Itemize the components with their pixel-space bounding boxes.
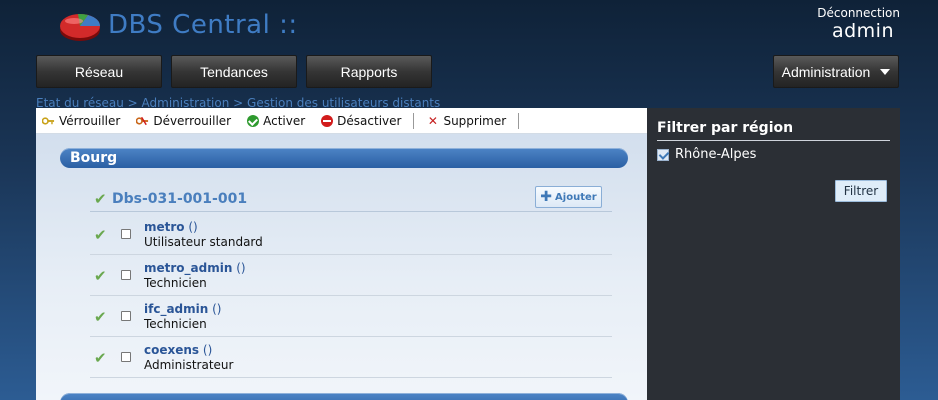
logout-link[interactable]: Déconnection bbox=[817, 6, 900, 20]
user-login-link[interactable]: metro bbox=[144, 220, 185, 234]
key-unlock-icon bbox=[136, 114, 149, 127]
nav-reseau-button[interactable]: Réseau bbox=[36, 55, 162, 88]
deactivate-label: Désactiver bbox=[337, 113, 402, 128]
checkmark-icon: ✔ bbox=[94, 190, 107, 208]
group-header-bourg[interactable]: Bourg bbox=[60, 148, 628, 168]
checkmark-icon: ✔ bbox=[94, 308, 107, 326]
user-role: Technicien bbox=[144, 276, 207, 290]
checkmark-icon: ✔ bbox=[94, 349, 107, 367]
region-checkbox[interactable] bbox=[657, 148, 669, 161]
nav-rapports-button[interactable]: Rapports bbox=[306, 55, 432, 88]
toolbar-divider bbox=[518, 112, 520, 129]
user-login-link[interactable]: coexens bbox=[144, 343, 199, 357]
add-user-label: Ajouter bbox=[555, 191, 597, 203]
nav-tendances-button[interactable]: Tendances bbox=[171, 55, 297, 88]
filter-title: Filtrer par région bbox=[657, 120, 794, 136]
checkmark-icon: ✔ bbox=[94, 267, 107, 285]
user-extra: () bbox=[202, 343, 213, 357]
key-icon bbox=[42, 114, 55, 127]
delete-label: Supprimer bbox=[443, 113, 507, 128]
user-select-checkbox[interactable] bbox=[121, 270, 131, 280]
user-role: Utilisateur standard bbox=[144, 235, 263, 249]
user-login-link[interactable]: metro_admin bbox=[144, 261, 232, 275]
site-row: ✔ Dbs-031-001-001 ✚ Ajouter bbox=[90, 186, 612, 212]
divider bbox=[657, 140, 890, 141]
toolbar-divider bbox=[413, 112, 415, 129]
user-role: Technicien bbox=[144, 317, 207, 331]
site-name[interactable]: Dbs-031-001-001 bbox=[112, 191, 247, 207]
user-row: ✔ ifc_admin () Technicien bbox=[90, 296, 612, 337]
app-title: DBS Central :: bbox=[108, 10, 298, 40]
pie-chart-logo-icon bbox=[60, 13, 100, 41]
user-row: ✔ metro () Utilisateur standard bbox=[90, 214, 612, 255]
lock-button[interactable]: Vérrouiller bbox=[42, 114, 120, 128]
user-extra: () bbox=[236, 261, 246, 275]
nav-administration-label: Administration bbox=[781, 63, 871, 80]
user-select-checkbox[interactable] bbox=[121, 229, 131, 239]
lock-label: Vérrouiller bbox=[59, 113, 121, 128]
user-row: ✔ metro_admin () Technicien bbox=[90, 255, 612, 296]
check-circle-icon bbox=[247, 114, 260, 127]
plus-icon: ✚ bbox=[540, 189, 553, 205]
user-login-link[interactable]: ifc_admin bbox=[144, 302, 208, 316]
add-user-button[interactable]: ✚ Ajouter bbox=[535, 186, 602, 208]
username: admin bbox=[831, 20, 894, 42]
region-label: Rhône-Alpes bbox=[675, 147, 757, 162]
user-select-checkbox[interactable] bbox=[121, 352, 131, 362]
activate-button[interactable]: Activer bbox=[247, 114, 305, 128]
deactivate-button[interactable]: Désactiver bbox=[321, 114, 401, 128]
region-filter-panel: Filtrer par région Rhône-Alpes Filtrer bbox=[647, 108, 900, 400]
delete-button[interactable]: ✕ Supprimer bbox=[426, 114, 506, 128]
unlock-label: Déverrouiller bbox=[153, 113, 232, 128]
unlock-button[interactable]: Déverrouiller bbox=[136, 114, 231, 128]
filter-button[interactable]: Filtrer bbox=[835, 180, 887, 202]
chevron-down-icon bbox=[880, 68, 891, 75]
checkmark-icon: ✔ bbox=[94, 226, 107, 244]
user-extra: () bbox=[212, 302, 222, 316]
activate-label: Activer bbox=[263, 113, 306, 128]
user-select-checkbox[interactable] bbox=[121, 311, 131, 321]
main-panel: Vérrouiller Déverrouiller Activer Désact… bbox=[36, 108, 647, 400]
toolbar: Vérrouiller Déverrouiller Activer Désact… bbox=[36, 108, 647, 134]
app-header: DBS Central :: Déconnection admin bbox=[0, 0, 938, 50]
nav-administration-dropdown[interactable]: Administration bbox=[773, 55, 899, 88]
user-row: ✔ coexens () Administrateur bbox=[90, 337, 612, 378]
delete-x-icon: ✕ bbox=[427, 113, 438, 128]
user-role: Administrateur bbox=[144, 358, 234, 372]
minus-circle-icon bbox=[321, 114, 334, 127]
group-header-next[interactable] bbox=[60, 393, 628, 400]
region-option[interactable]: Rhône-Alpes bbox=[657, 147, 756, 162]
user-extra: () bbox=[188, 220, 198, 234]
